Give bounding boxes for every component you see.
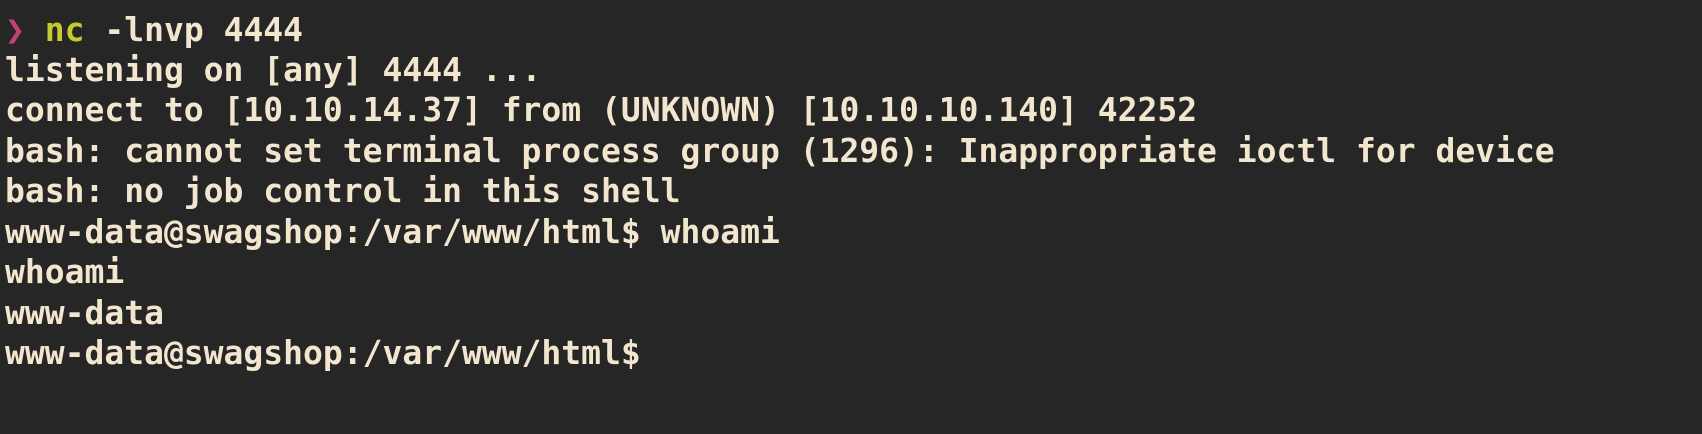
- output-line-connect: connect to [10.10.14.37] from (UNKNOWN) …: [5, 90, 1198, 129]
- command-args: -lnvp 4444: [84, 10, 304, 49]
- command-line: ❯ nc -lnvp 4444: [5, 10, 303, 50]
- command-name: nc: [44, 10, 85, 49]
- shell-prompt-current[interactable]: www-data@swagshop:/var/www/html$: [5, 333, 641, 373]
- prompt-arrow-icon: ❯: [5, 10, 25, 49]
- output-line-bash-warning: bash: cannot set terminal process group …: [5, 131, 1555, 170]
- output-line-job-control: bash: no job control in this shell: [5, 171, 681, 210]
- output-line-whoami-echo: whoami: [5, 252, 125, 291]
- terminal-window[interactable]: ❯ nc -lnvp 4444 listening on [any] 4444 …: [0, 0, 1702, 434]
- output-line-listening: listening on [any] 4444 ...: [5, 50, 542, 89]
- shell-prompt-whoami: www-data@swagshop:/var/www/html$ whoami: [5, 212, 780, 251]
- output-line-user: www-data: [5, 293, 164, 332]
